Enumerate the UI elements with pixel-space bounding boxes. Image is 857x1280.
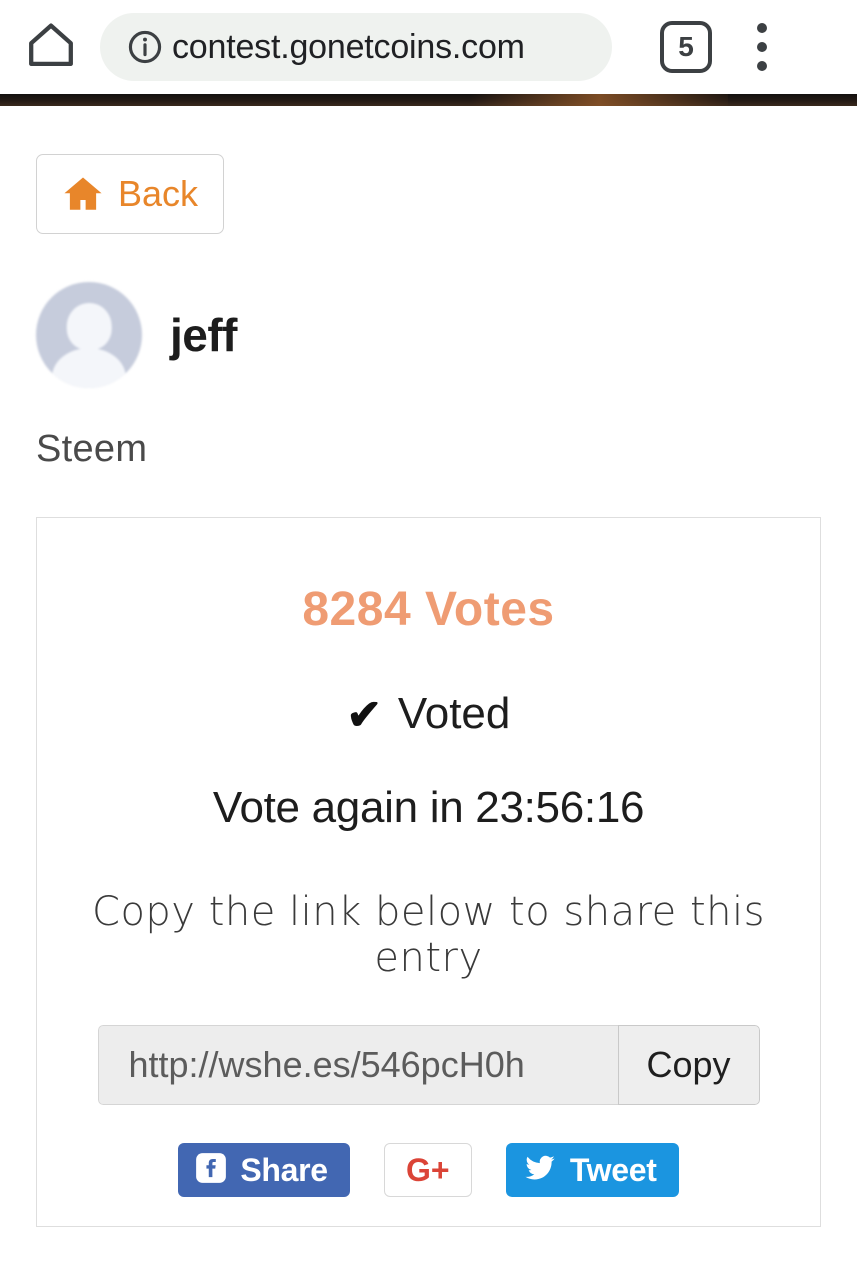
check-icon: ✔ — [346, 690, 382, 738]
profile-username: jeff — [170, 309, 238, 361]
vote-count: 8284 Votes — [302, 583, 555, 636]
google-plus-icon: G+ — [406, 1151, 450, 1188]
page-top-edge — [0, 94, 857, 106]
share-link-input[interactable] — [97, 1025, 618, 1105]
browser-toolbar: contest.gonetcoins.com 5 — [0, 0, 857, 94]
avatar — [36, 282, 142, 388]
profile-header: jeff — [36, 282, 821, 388]
menu-dot-icon — [757, 23, 767, 33]
url-text: contest.gonetcoins.com — [172, 27, 525, 66]
address-bar[interactable]: contest.gonetcoins.com — [100, 13, 612, 81]
info-icon[interactable] — [126, 28, 164, 66]
tab-counter-button[interactable]: 5 — [660, 21, 712, 73]
twitter-icon — [522, 1152, 558, 1189]
entry-card: 8284 Votes ✔ Voted Vote again in 23:56:1… — [36, 517, 821, 1227]
menu-dot-icon — [757, 42, 767, 52]
share-hint-text: Copy the link below to share this entry — [92, 889, 765, 981]
facebook-share-button[interactable]: Share — [178, 1143, 350, 1197]
page-content: Back jeff Steem 8284 Votes ✔ Voted Vote … — [0, 154, 857, 1227]
copy-button[interactable]: Copy — [617, 1025, 760, 1105]
home-icon — [24, 18, 78, 77]
back-button[interactable]: Back — [36, 154, 224, 234]
back-button-label: Back — [117, 173, 199, 214]
overflow-menu-button[interactable] — [740, 19, 784, 75]
menu-dot-icon — [757, 61, 767, 71]
tab-count-label: 5 — [678, 31, 694, 62]
vote-again-timer: Vote again in 23:56:16 — [212, 783, 645, 832]
facebook-icon — [194, 1151, 228, 1190]
share-link-group: Copy — [97, 1025, 760, 1105]
voted-status: ✔ Voted — [37, 689, 820, 739]
google-plus-share-button[interactable]: G+ — [383, 1143, 472, 1197]
voted-label: Voted — [397, 689, 511, 738]
profile-platform: Steem — [36, 428, 148, 470]
social-share-row: Share G+ Tweet — [37, 1143, 820, 1197]
avatar-body-shape — [51, 347, 127, 388]
facebook-share-label: Share — [240, 1151, 328, 1188]
twitter-tweet-button[interactable]: Tweet — [505, 1143, 679, 1197]
house-icon — [62, 173, 104, 215]
twitter-tweet-label: Tweet — [569, 1151, 657, 1188]
avatar-head-shape — [66, 303, 112, 350]
home-button[interactable] — [20, 16, 82, 78]
